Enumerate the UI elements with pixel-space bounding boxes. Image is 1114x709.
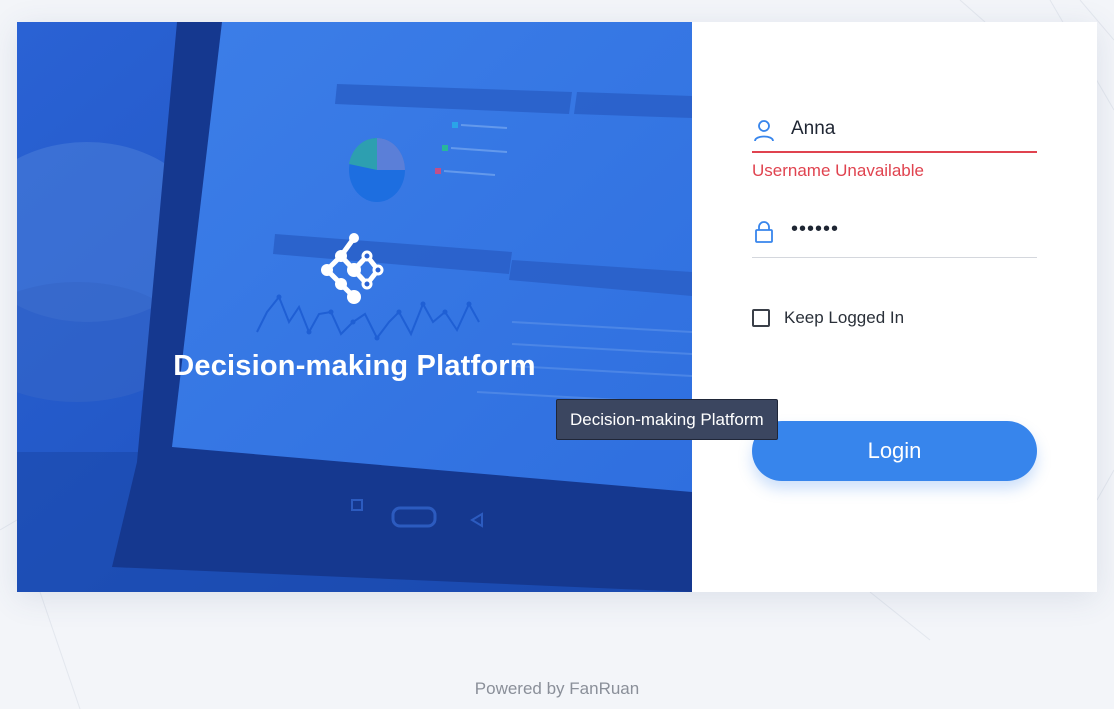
platform-title: Decision-making Platform <box>173 350 536 382</box>
keep-logged-in-checkbox[interactable] <box>752 309 770 327</box>
platform-logo-icon <box>321 233 384 304</box>
hero-panel: Decision-making Platform <box>17 22 692 592</box>
username-value: Anna <box>791 118 836 139</box>
password-field[interactable]: •••••• <box>752 213 1037 258</box>
footer-powered-by: Powered by FanRuan <box>474 679 640 698</box>
login-card: Decision-making Platform Anna Username U… <box>17 22 1097 592</box>
password-value: •••••• <box>791 218 840 240</box>
tooltip: Decision-making Platform <box>556 399 778 440</box>
hero-content: Decision-making Platform <box>17 22 692 592</box>
login-form: Anna Username Unavailable •••••• Keep Lo… <box>692 22 1097 592</box>
login-button[interactable]: Login <box>752 421 1037 481</box>
username-field[interactable]: Anna <box>752 107 1037 153</box>
user-icon <box>754 120 774 142</box>
username-error-message: Username Unavailable <box>752 161 924 180</box>
lock-icon <box>755 221 773 243</box>
keep-logged-in-label: Keep Logged In <box>784 308 905 327</box>
